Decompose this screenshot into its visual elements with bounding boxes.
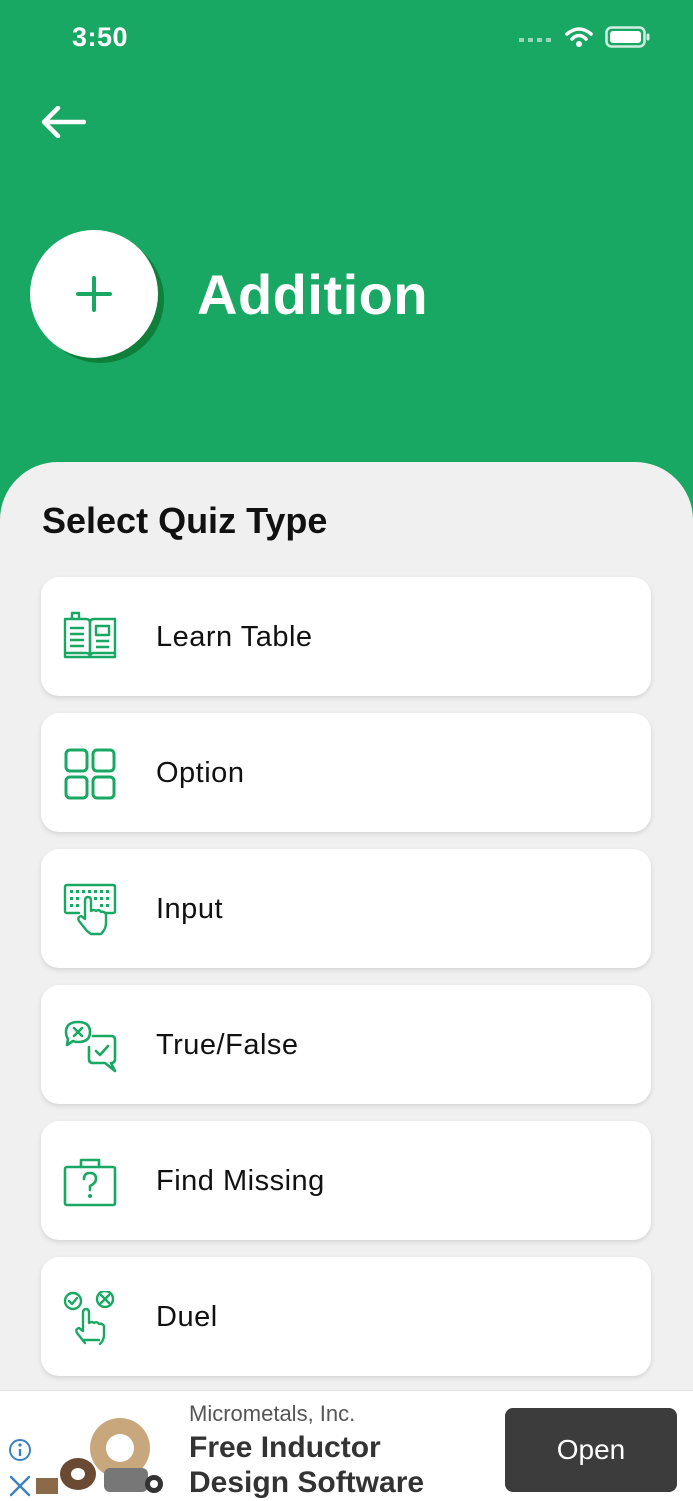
- info-icon[interactable]: [8, 1438, 32, 1462]
- plus-icon: [76, 276, 112, 312]
- quiz-type-duel[interactable]: Duel: [41, 1257, 651, 1376]
- status-icons: [519, 26, 651, 48]
- question-box-icon: [63, 1158, 117, 1207]
- close-icon[interactable]: [8, 1474, 32, 1498]
- back-button[interactable]: [34, 100, 90, 144]
- chat-check-cross-icon: [64, 1020, 117, 1073]
- quiz-type-label: Option: [156, 757, 245, 789]
- status-time: 3:50: [72, 22, 129, 52]
- cellular-signal-icon: [519, 38, 551, 42]
- operator-badge: [30, 230, 158, 358]
- page-title: Addition: [197, 263, 429, 326]
- back-arrow-icon: [41, 106, 86, 138]
- quiz-type-input[interactable]: Input: [41, 849, 651, 968]
- battery-icon: [605, 26, 650, 48]
- quiz-type-find-missing[interactable]: Find Missing: [41, 1121, 651, 1240]
- quiz-type-label: Learn Table: [156, 621, 313, 653]
- quiz-type-label: Find Missing: [156, 1165, 325, 1197]
- duel-tap-icon: [63, 1291, 115, 1345]
- quiz-type-label: Input: [156, 893, 223, 925]
- status-bar: 3:50: [0, 0, 693, 80]
- book-icon: [63, 611, 117, 659]
- ad-product-image: [36, 1418, 163, 1494]
- grid-icon: [64, 748, 116, 800]
- quiz-type-label: Duel: [156, 1301, 218, 1333]
- wifi-icon: [565, 27, 593, 47]
- quiz-type-learn-table[interactable]: Learn Table: [41, 577, 651, 696]
- ad-headline: Free Inductor Design Software: [189, 1431, 425, 1499]
- ad-advertiser: Micrometals, Inc.: [189, 1401, 356, 1426]
- quiz-type-option[interactable]: Option: [41, 713, 651, 832]
- section-title: Select Quiz Type: [42, 500, 328, 541]
- keyboard-tap-icon: [63, 883, 117, 936]
- quiz-type-true-false[interactable]: True/False: [41, 985, 651, 1104]
- ad-open-button[interactable]: Open: [505, 1408, 677, 1492]
- quiz-type-label: True/False: [156, 1029, 299, 1061]
